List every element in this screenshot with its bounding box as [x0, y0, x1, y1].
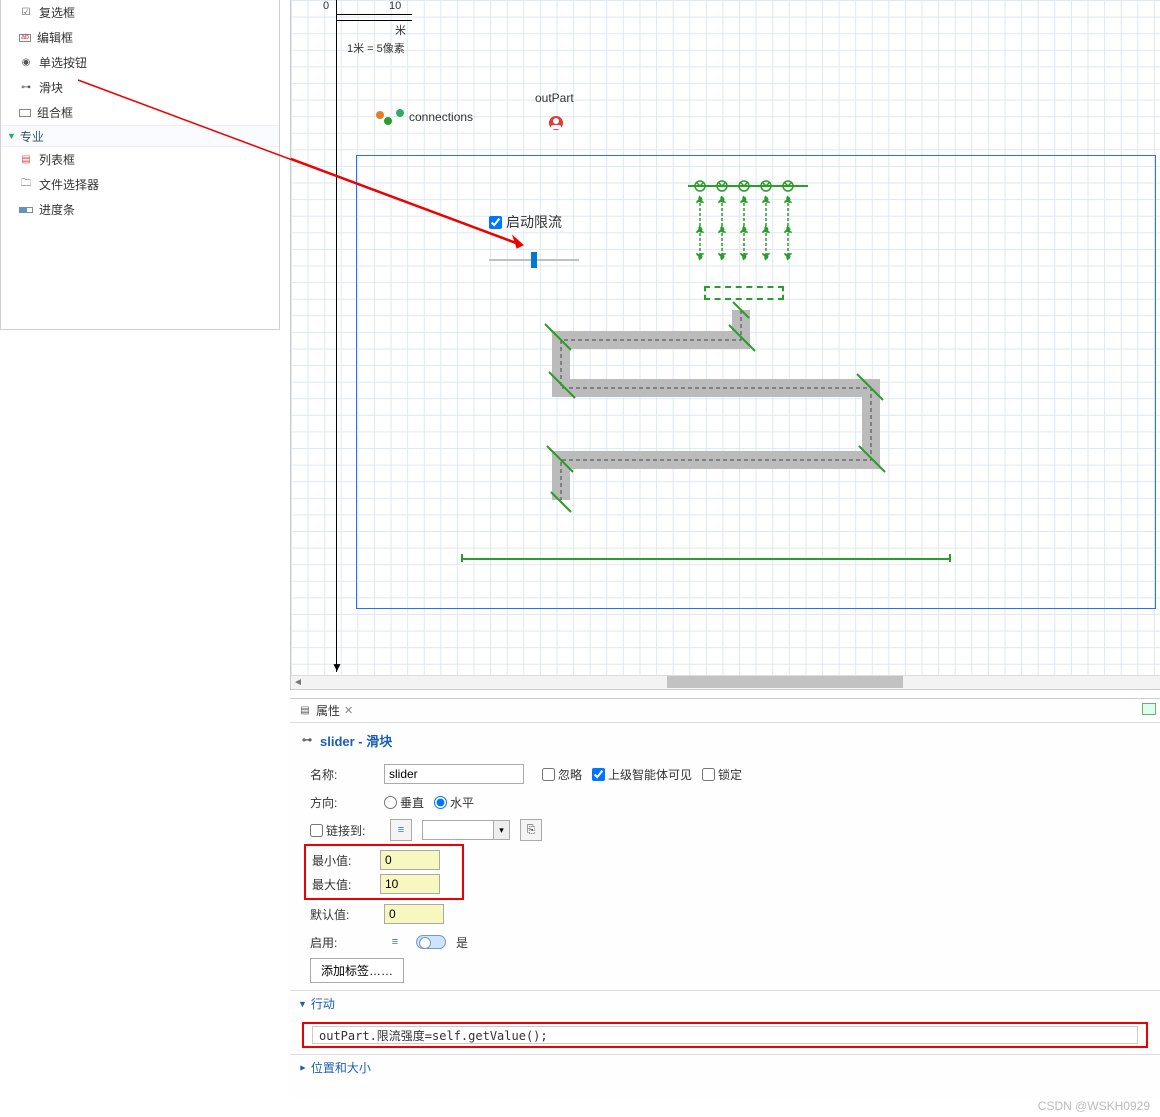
orient-v-radio[interactable]: 垂直 — [384, 794, 424, 811]
add-label-button[interactable]: 添加标签…… — [310, 958, 404, 983]
properties-form: 名称: 忽略 上级智能体可见 锁定 方向: 垂直 水平 链接到: ≡ ▾ ⎘ 最… — [290, 754, 1160, 990]
palette-section-pro[interactable]: ▼ 专业 — [1, 125, 279, 147]
default-input[interactable] — [384, 904, 444, 924]
title-text: slider - 滑块 — [320, 731, 392, 750]
combo-down-icon[interactable]: ▾ — [493, 821, 509, 839]
visible-cb[interactable]: 上级智能体可见 — [592, 766, 692, 783]
radio-horizontal[interactable] — [434, 796, 447, 809]
listbox-icon: ▤ — [19, 153, 33, 167]
palette-label: 文件选择器 — [39, 176, 99, 193]
caret-down-icon: ▼ — [7, 131, 16, 141]
enable-label: 启用: — [310, 934, 374, 951]
palette-item-editbox[interactable]: ab 编辑框 — [1, 25, 279, 50]
action-code-highlight: outPart.限流强度=self.getValue(); — [302, 1022, 1148, 1048]
row-default: 默认值: — [310, 900, 1140, 928]
palette-label: 进度条 — [39, 201, 75, 218]
slider-icon: ⊶ — [19, 81, 33, 95]
lock-cb[interactable]: 锁定 — [702, 766, 742, 783]
palette-label: 编辑框 — [37, 29, 73, 46]
palette-label: 列表框 — [39, 151, 75, 168]
palette-item-filechooser[interactable]: 🗀 文件选择器 — [1, 172, 279, 197]
link-extra-icon[interactable]: ⎘ — [520, 819, 542, 841]
tab-label: 属性 — [316, 702, 340, 719]
row-orient: 方向: 垂直 水平 — [310, 788, 1140, 816]
visible-checkbox[interactable] — [592, 768, 605, 781]
section-position[interactable]: ▼ 位置和大小 — [290, 1054, 1160, 1080]
palette-item-progress[interactable]: 进度条 — [1, 197, 279, 222]
enable-toggle[interactable] — [416, 935, 446, 949]
enable-yes: 是 — [456, 934, 468, 951]
scroll-left-icon[interactable]: ◄ — [293, 677, 303, 688]
radio-icon: ◉ — [19, 56, 33, 70]
palette-label: 复选框 — [39, 4, 75, 21]
caret-down-icon: ▼ — [298, 999, 307, 1009]
name-label: 名称: — [310, 766, 374, 783]
enable-mode-icon[interactable]: ≡ — [384, 931, 406, 953]
lock-checkbox[interactable] — [702, 768, 715, 781]
model-canvas[interactable]: ▼ 0 10 米 1米 = 5像素 connections outPart 启动… — [290, 0, 1160, 690]
tab-properties[interactable]: ▤ 属性 ✕ — [294, 700, 357, 721]
min-label: 最小值: — [306, 852, 370, 869]
section-label: 行动 — [311, 995, 335, 1012]
conveyor-network — [491, 300, 941, 520]
properties-tabbar: ▤ 属性 ✕ — [290, 699, 1160, 723]
wall-bottom-l — [461, 554, 463, 562]
max-input[interactable] — [380, 874, 440, 894]
checkbox-icon: ☑ — [19, 6, 33, 20]
ignore-cb[interactable]: 忽略 — [542, 766, 582, 783]
section-label: 位置和大小 — [311, 1059, 371, 1076]
palette-item-combobox[interactable]: 组合框 — [1, 100, 279, 125]
close-icon[interactable]: ✕ — [344, 704, 353, 717]
palette-item-checkbox[interactable]: ☑ 复选框 — [1, 0, 279, 25]
properties-panel: ▤ 属性 ✕ ⊶ slider - 滑块 名称: 忽略 上级智能体可见 锁定 方… — [290, 698, 1160, 1098]
orient-label: 方向: — [310, 794, 374, 811]
link-checkbox[interactable] — [310, 824, 323, 837]
restore-icon[interactable] — [1142, 703, 1156, 715]
link-mode-icon[interactable]: ≡ — [390, 819, 412, 841]
palette-label: 单选按钮 — [39, 54, 87, 71]
palette-label: 组合框 — [37, 104, 73, 121]
file-icon: 🗀 — [19, 178, 33, 192]
orient-h-radio[interactable]: 水平 — [434, 794, 474, 811]
row-enable: 启用: ≡ 是 — [310, 928, 1140, 956]
row-link: 链接到: ≡ ▾ ⎘ — [310, 816, 1140, 844]
scroll-thumb[interactable] — [667, 676, 903, 688]
editbox-icon: ab — [19, 34, 31, 42]
palette-item-radio[interactable]: ◉ 单选按钮 — [1, 50, 279, 75]
wall-bottom — [461, 558, 951, 560]
palette-label: 滑块 — [39, 79, 63, 96]
row-min: 最小值: — [306, 848, 462, 872]
palette-item-slider[interactable]: ⊶ 滑块 — [1, 75, 279, 100]
h-scrollbar[interactable]: ◄ — [291, 675, 1160, 689]
default-label: 默认值: — [310, 906, 374, 923]
row-max: 最大值: — [306, 872, 462, 896]
highlight-minmax: 最小值: 最大值: — [304, 844, 464, 900]
controls-palette: ☑ 复选框 ab 编辑框 ◉ 单选按钮 ⊶ 滑块 组合框 ▼ 专业 ▤ 列表框 … — [0, 0, 280, 330]
ped-area — [704, 286, 784, 300]
action-code-input[interactable]: outPart.限流强度=self.getValue(); — [312, 1026, 1138, 1044]
min-input[interactable] — [380, 850, 440, 870]
combobox-icon — [19, 109, 31, 117]
palette-item-listbox[interactable]: ▤ 列表框 — [1, 147, 279, 172]
link-cb[interactable]: 链接到: — [310, 822, 380, 839]
properties-title: ⊶ slider - 滑块 — [290, 723, 1160, 754]
tab-icon: ▤ — [298, 704, 312, 718]
name-input[interactable] — [384, 764, 524, 784]
row-add-label: 添加标签…… — [310, 956, 1140, 984]
progress-icon — [19, 207, 33, 213]
link-combo[interactable]: ▾ — [422, 820, 510, 840]
row-name: 名称: 忽略 上级智能体可见 锁定 — [310, 760, 1140, 788]
wall-bottom-r — [949, 554, 951, 562]
slider-icon: ⊶ — [300, 734, 314, 748]
section-action[interactable]: ▼ 行动 — [290, 990, 1160, 1016]
radio-vertical[interactable] — [384, 796, 397, 809]
caret-right-icon: ▼ — [297, 1063, 307, 1072]
max-label: 最大值: — [306, 876, 370, 893]
link-input[interactable] — [423, 821, 493, 839]
ignore-checkbox[interactable] — [542, 768, 555, 781]
section-label: 专业 — [20, 128, 44, 145]
watermark: CSDN @WSKH0929 — [1038, 1099, 1150, 1113]
